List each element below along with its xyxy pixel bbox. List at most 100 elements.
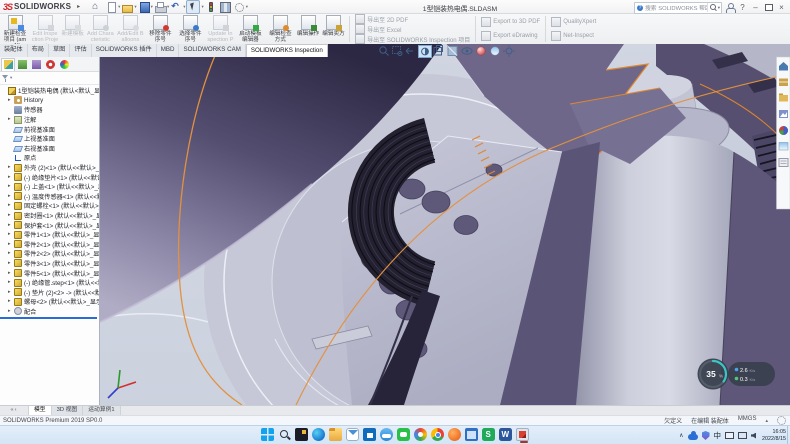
- device-app-icon[interactable]: [465, 428, 478, 441]
- document-tab[interactable]: 3D 视图: [52, 406, 84, 415]
- weather-icon[interactable]: [380, 428, 393, 441]
- tree-item[interactable]: ▸ (-) 绝缘管.step<1> (默认<<默认>: [0, 278, 99, 288]
- search-dropdown-icon[interactable]: ▾: [718, 5, 720, 11]
- tree-item[interactable]: ▸ 零件1<1> (默认<<默认>_显示状态: [0, 230, 99, 240]
- tree-item[interactable]: 前视基准面: [0, 124, 99, 134]
- 3d-viewport[interactable]: 2.6 K/s 0.3 K/s 35 %: [100, 44, 790, 405]
- photos-icon[interactable]: [414, 428, 427, 441]
- search-icon[interactable]: [707, 3, 717, 12]
- minimize-button[interactable]: –: [749, 3, 762, 12]
- help-button[interactable]: ?: [736, 3, 749, 12]
- tree-item[interactable]: ▸ 密封圈<1> (默认<<默认>_显示状: [0, 211, 99, 221]
- section-view-icon[interactable]: [419, 46, 432, 58]
- tree-item[interactable]: ▸ (-) 温度传感器<1> (默认<<默认>_: [0, 192, 99, 202]
- command-tab[interactable]: 草图: [49, 44, 70, 57]
- units-caret-icon[interactable]: ▴: [765, 418, 768, 424]
- export-item[interactable]: QualityXpert: [551, 17, 596, 27]
- export-item[interactable]: Export to 3D PDF: [481, 17, 540, 27]
- tree-item[interactable]: ▸ 保护套<1> (默认<<默认>_显示状: [0, 220, 99, 230]
- ribbon-button[interactable]: Add/Edit Balloons: [116, 14, 145, 44]
- command-tab[interactable]: SOLIDWORKS CAM: [179, 44, 245, 57]
- design-library-icon[interactable]: [779, 79, 788, 87]
- ribbon-button[interactable]: Edit Inspection Project: [31, 14, 60, 44]
- panel-tab[interactable]: [29, 58, 43, 71]
- command-tab[interactable]: SOLIDWORKS Inspection: [246, 44, 328, 57]
- scenes-icon[interactable]: [779, 143, 788, 151]
- ribbon-button[interactable]: 编辑检查方式: [266, 14, 295, 44]
- export-item[interactable]: Net-Inspect: [551, 31, 596, 41]
- ribbon-button[interactable]: 编辑卖方: [321, 14, 345, 44]
- command-tab[interactable]: MBD: [157, 44, 180, 57]
- panel-tab[interactable]: [15, 58, 29, 71]
- word-icon[interactable]: [499, 428, 512, 441]
- display-tray-icon[interactable]: [738, 432, 747, 439]
- tree-item[interactable]: 传感器: [0, 105, 99, 115]
- file-explorer-icon[interactable]: [329, 428, 342, 441]
- tree-item[interactable]: ▸ 螺母<2> (默认<<默认>_显示状态: [0, 297, 99, 307]
- quick-access-button[interactable]: ▾: [185, 0, 203, 14]
- status-item[interactable]: MMGS: [738, 416, 757, 425]
- ribbon-button[interactable]: 编辑操作: [296, 14, 320, 44]
- appearances-icon[interactable]: [779, 126, 788, 135]
- tab-scroll-arrows[interactable]: «‹: [0, 406, 29, 415]
- tree-item[interactable]: ▸ 零件5<1> (默认<<默认>_显示状态: [0, 268, 99, 278]
- export-item[interactable]: 导出至 SOLIDWORKS Inspection 项目: [355, 34, 470, 44]
- tree-item[interactable]: ▸ 零件3<1> (默认<<默认>_显示状态: [0, 259, 99, 269]
- command-tab[interactable]: SOLIDWORKS 插件: [92, 44, 157, 57]
- custom-properties-icon[interactable]: [779, 159, 788, 167]
- ime-language-indicator[interactable]: 中: [714, 429, 722, 442]
- tray-chevron-up-icon[interactable]: ∧: [679, 432, 683, 439]
- quick-access-button[interactable]: ▾: [120, 1, 136, 13]
- tree-item[interactable]: ▸ 固定螺栓<1> (默认<<默认>_显示: [0, 201, 99, 211]
- defender-shield-icon[interactable]: [702, 431, 710, 440]
- onedrive-icon[interactable]: [688, 434, 698, 440]
- mail-icon[interactable]: [346, 428, 359, 441]
- ribbon-button[interactable]: 新建检查项目 (amp;N): [1, 14, 30, 44]
- panel-tab[interactable]: [57, 58, 71, 71]
- green-app-icon[interactable]: [397, 428, 410, 441]
- tree-item[interactable]: ▸ 配合: [0, 307, 99, 317]
- microsoft-store-icon[interactable]: [363, 428, 376, 441]
- quick-access-button[interactable]: [218, 1, 232, 13]
- keyboard-icon[interactable]: [725, 432, 734, 439]
- dropdown-caret-icon[interactable]: ▾: [246, 4, 248, 10]
- tree-item[interactable]: 1型铠装热电偶 (默认<默认_显示状态-1: [0, 86, 99, 96]
- tree-item[interactable]: ▸ (-) 绝缘垫片<1> (默认<<默认>_显: [0, 172, 99, 182]
- panel-tab[interactable]: [1, 58, 15, 71]
- quick-access-button[interactable]: ▾: [169, 1, 185, 13]
- tree-item[interactable]: 原点: [0, 153, 99, 163]
- command-tab[interactable]: 布局: [28, 44, 49, 57]
- status-item[interactable]: 在编辑 装配体: [691, 416, 729, 425]
- performance-overlay[interactable]: 2.6 K/s 0.3 K/s 35 %: [698, 359, 776, 390]
- display-style-icon[interactable]: [448, 47, 457, 56]
- rollback-bar[interactable]: [0, 317, 97, 319]
- ribbon-button[interactable]: 移除零件序号: [146, 14, 175, 44]
- ribbon-button[interactable]: Update Inspection Project: [206, 14, 235, 44]
- ribbon-button[interactable]: Add Characteristic: [86, 14, 115, 44]
- tree-item[interactable]: 上视基准面: [0, 134, 99, 144]
- quick-access-button[interactable]: ▾: [137, 1, 153, 13]
- quick-access-button[interactable]: [204, 1, 218, 13]
- ribbon-button[interactable]: 选择零件序号: [176, 14, 205, 44]
- tree-item[interactable]: ▸ 外壳 (2)<1> (默认<<默认>_显示状: [0, 163, 99, 173]
- ribbon-button[interactable]: 新建模板: [61, 14, 85, 44]
- filter-caret-icon[interactable]: ▾: [10, 75, 12, 81]
- status-item[interactable]: 欠定义: [664, 416, 682, 425]
- tree-item[interactable]: ▸ 零件2<2> (默认<<默认>_显示状态: [0, 249, 99, 259]
- clock[interactable]: 16:05 2022/8/15: [762, 429, 786, 442]
- orange-app-icon[interactable]: [448, 428, 461, 441]
- view-palette-icon[interactable]: [779, 110, 788, 118]
- edge-browser-icon[interactable]: [312, 428, 325, 441]
- edit-appearance-icon[interactable]: [477, 47, 485, 55]
- panel-tab[interactable]: [43, 58, 57, 71]
- solidworks-app-icon[interactable]: [516, 428, 529, 441]
- export-item[interactable]: 导出至 2D PDF: [355, 14, 470, 24]
- export-item[interactable]: Export eDrawing: [481, 31, 540, 41]
- tree-item[interactable]: ▸ 零件2<1> (默认<<默认>_显示状态: [0, 240, 99, 250]
- taskbar-search-icon[interactable]: [278, 428, 291, 441]
- menu-expander-icon[interactable]: ▸: [77, 3, 80, 10]
- status-gear-icon[interactable]: [777, 416, 786, 425]
- volume-icon[interactable]: [751, 433, 756, 439]
- windows-start-icon[interactable]: [261, 428, 274, 441]
- tree-item[interactable]: ▸ 注解: [0, 115, 99, 125]
